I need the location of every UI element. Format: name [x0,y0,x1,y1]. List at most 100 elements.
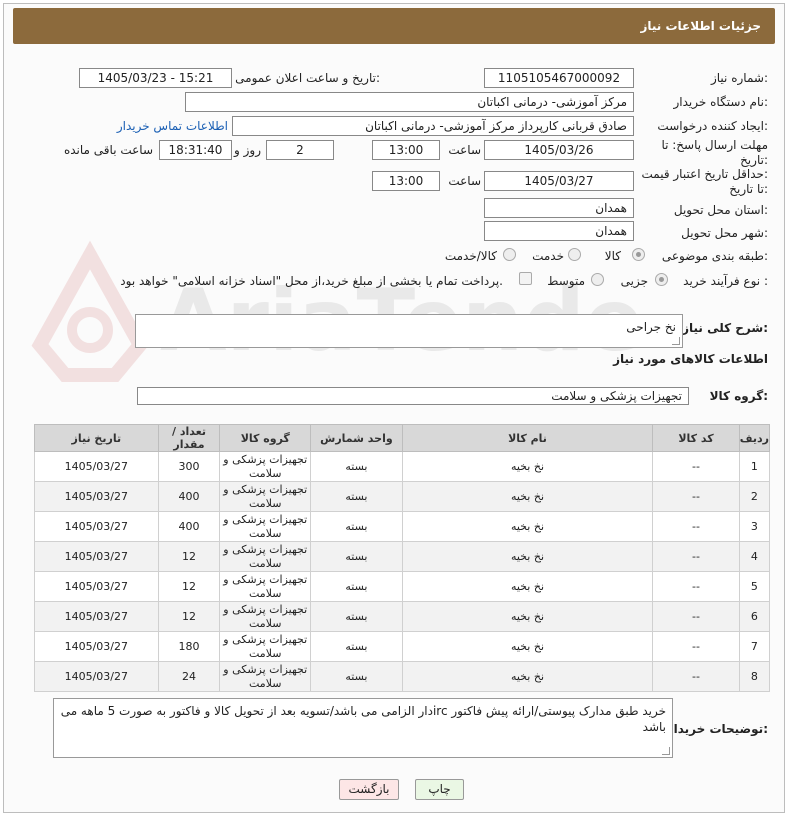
summary-text: نخ جراحی [626,320,676,334]
items-table: ردیف کد کالا نام کالا واحد شمارش گروه کا… [34,424,771,692]
category-radio-service[interactable] [568,248,581,261]
cell-row-number: 4 [738,541,771,572]
buyer-notes-label: توضیحات خریدار: [666,722,768,736]
process-option-medium: متوسط [547,274,585,288]
buyer-org-field: مرکز آموزشی- درمانی اکباتان [185,92,634,112]
resize-handle[interactable] [662,747,670,755]
resize-handle[interactable] [672,337,680,345]
cell-goods-group: تجهیزات پزشکی و سلامت [219,661,312,692]
days-label: روز و [234,143,261,157]
cell-goods-group: تجهیزات پزشکی و سلامت [219,631,312,662]
table-row: 1 -- نخ بخیه بسته تجهیزات پزشکی و سلامت 300 14… [34,451,771,482]
requester-field: صادق قربانی کارپرداز مرکز آموزشی- درمانی… [232,116,634,136]
cell-row-number: 6 [738,601,771,632]
table-row: 8 -- نخ بخیه بسته تجهیزات پزشکی و سلامت 24 140… [34,661,771,692]
remaining-time: 18:31:40 [159,140,232,160]
cell-need-date: 1405/03/27 [34,451,159,482]
category-radio-goods[interactable] [632,248,645,261]
cell-goods-group: تجهیزات پزشکی و سلامت [219,511,312,542]
price-validity-label: حداقل تاریخ اعتبار قیمت: [641,167,768,181]
cell-row-number: 5 [738,571,771,602]
cell-item-name: نخ بخیه [401,601,654,632]
table-row: 2 -- نخ بخیه بسته تجهیزات پزشکی و سلامت 400 14… [34,481,771,512]
buyer-contact-link[interactable]: اطلاعات تماس خریدار [117,119,228,133]
announce-date-field: 1405/03/23 - 15:21 [79,68,232,88]
header-need-date: تاریخ نیاز [34,424,159,452]
cell-quantity: 12 [157,541,221,572]
cell-unit: بسته [310,571,403,602]
cell-unit: بسته [310,511,403,542]
cell-need-date: 1405/03/27 [34,571,159,602]
reply-deadline-time: 13:00 [372,140,440,160]
table-header-row: ردیف کد کالا نام کالا واحد شمارش گروه کا… [34,424,771,452]
cell-goods-group: تجهیزات پزشکی و سلامت [219,571,312,602]
cell-row-number: 3 [738,511,771,542]
header-quantity: تعداد / مقدار [157,424,221,452]
category-label: طبقه بندی موضوعی: [661,249,768,263]
buyer-org-label: نام دستگاه خریدار: [673,95,769,109]
goods-group-field: تجهیزات پزشکی و سلامت [137,387,689,405]
cell-item-code: -- [652,511,740,542]
cell-need-date: 1405/03/27 [34,481,159,512]
reply-deadline-label-2: تاریخ: [740,153,768,167]
cell-goods-group: تجهیزات پزشکی و سلامت [219,541,312,572]
cell-item-name: نخ بخیه [401,661,654,692]
cell-item-code: -- [652,601,740,632]
reply-deadline-date: 1405/03/26 [484,140,634,160]
price-validity-label-2: تا تاریخ: [729,182,768,196]
cell-item-code: -- [652,661,740,692]
cell-goods-group: تجهیزات پزشکی و سلامت [219,601,312,632]
cell-item-name: نخ بخیه [401,571,654,602]
reply-deadline-label: مهلت ارسال پاسخ: تا [661,138,768,152]
back-button[interactable]: بازگشت [339,779,399,800]
summary-field: نخ جراحی [135,314,683,348]
cell-quantity: 12 [157,601,221,632]
cell-unit: بسته [310,601,403,632]
cell-unit: بسته [310,661,403,692]
cell-row-number: 2 [738,481,771,512]
buyer-notes-text: خرید طبق مدارک پیوستی/ارائه پیش فاکتور i… [60,704,666,734]
print-button[interactable]: چاپ [415,779,464,800]
cell-item-name: نخ بخیه [401,481,654,512]
cell-need-date: 1405/03/27 [34,511,159,542]
table-row: 6 -- نخ بخیه بسته تجهیزات پزشکی و سلامت 12 140… [34,601,771,632]
category-radio-both[interactable] [503,248,516,261]
remaining-label: ساعت باقی مانده [63,143,153,157]
treasury-payment-checkbox[interactable] [519,272,532,285]
cell-goods-group: تجهیزات پزشکی و سلامت [219,451,312,482]
cell-quantity: 300 [157,451,221,482]
category-option-both: کالا/خدمت [444,249,497,263]
cell-item-name: نخ بخیه [401,631,654,662]
cell-need-date: 1405/03/27 [34,631,159,662]
cell-item-code: -- [652,541,740,572]
cell-item-code: -- [652,631,740,662]
process-radio-medium[interactable] [591,273,604,286]
remaining-days: 2 [266,140,334,160]
table-row: 7 -- نخ بخیه بسته تجهیزات پزشکی و سلامت 180 14… [34,631,771,662]
need-number-field: 1105105467000092 [484,68,634,88]
cell-quantity: 12 [157,571,221,602]
category-option-goods: کالا [604,249,621,263]
header-item-name: نام کالا [401,424,654,452]
cell-unit: بسته [310,451,403,482]
cell-item-code: -- [652,571,740,602]
cell-unit: بسته [310,541,403,572]
process-option-minor: جزیی [620,274,648,288]
delivery-province-label: استان محل تحویل: [673,203,768,217]
header-unit: واحد شمارش [310,424,403,452]
cell-row-number: 8 [738,661,771,692]
price-validity-time: 13:00 [372,171,440,191]
cell-row-number: 7 [738,631,771,662]
delivery-city-field: همدان [484,221,634,241]
summary-label: شرح کلی نیاز: [682,321,768,335]
process-radio-minor[interactable] [655,273,668,286]
announce-date-label: تاریخ و ساعت اعلان عمومی: [235,71,380,85]
cell-row-number: 1 [738,451,771,482]
cell-quantity: 400 [157,511,221,542]
cell-item-code: -- [652,451,740,482]
buyer-notes-field: خرید طبق مدارک پیوستی/ارائه پیش فاکتور i… [53,698,673,758]
need-number-label: شماره نیاز: [710,71,768,85]
cell-need-date: 1405/03/27 [34,601,159,632]
requester-label: ایجاد کننده درخواست: [657,119,768,133]
table-row: 4 -- نخ بخیه بسته تجهیزات پزشکی و سلامت 12 140… [34,541,771,572]
